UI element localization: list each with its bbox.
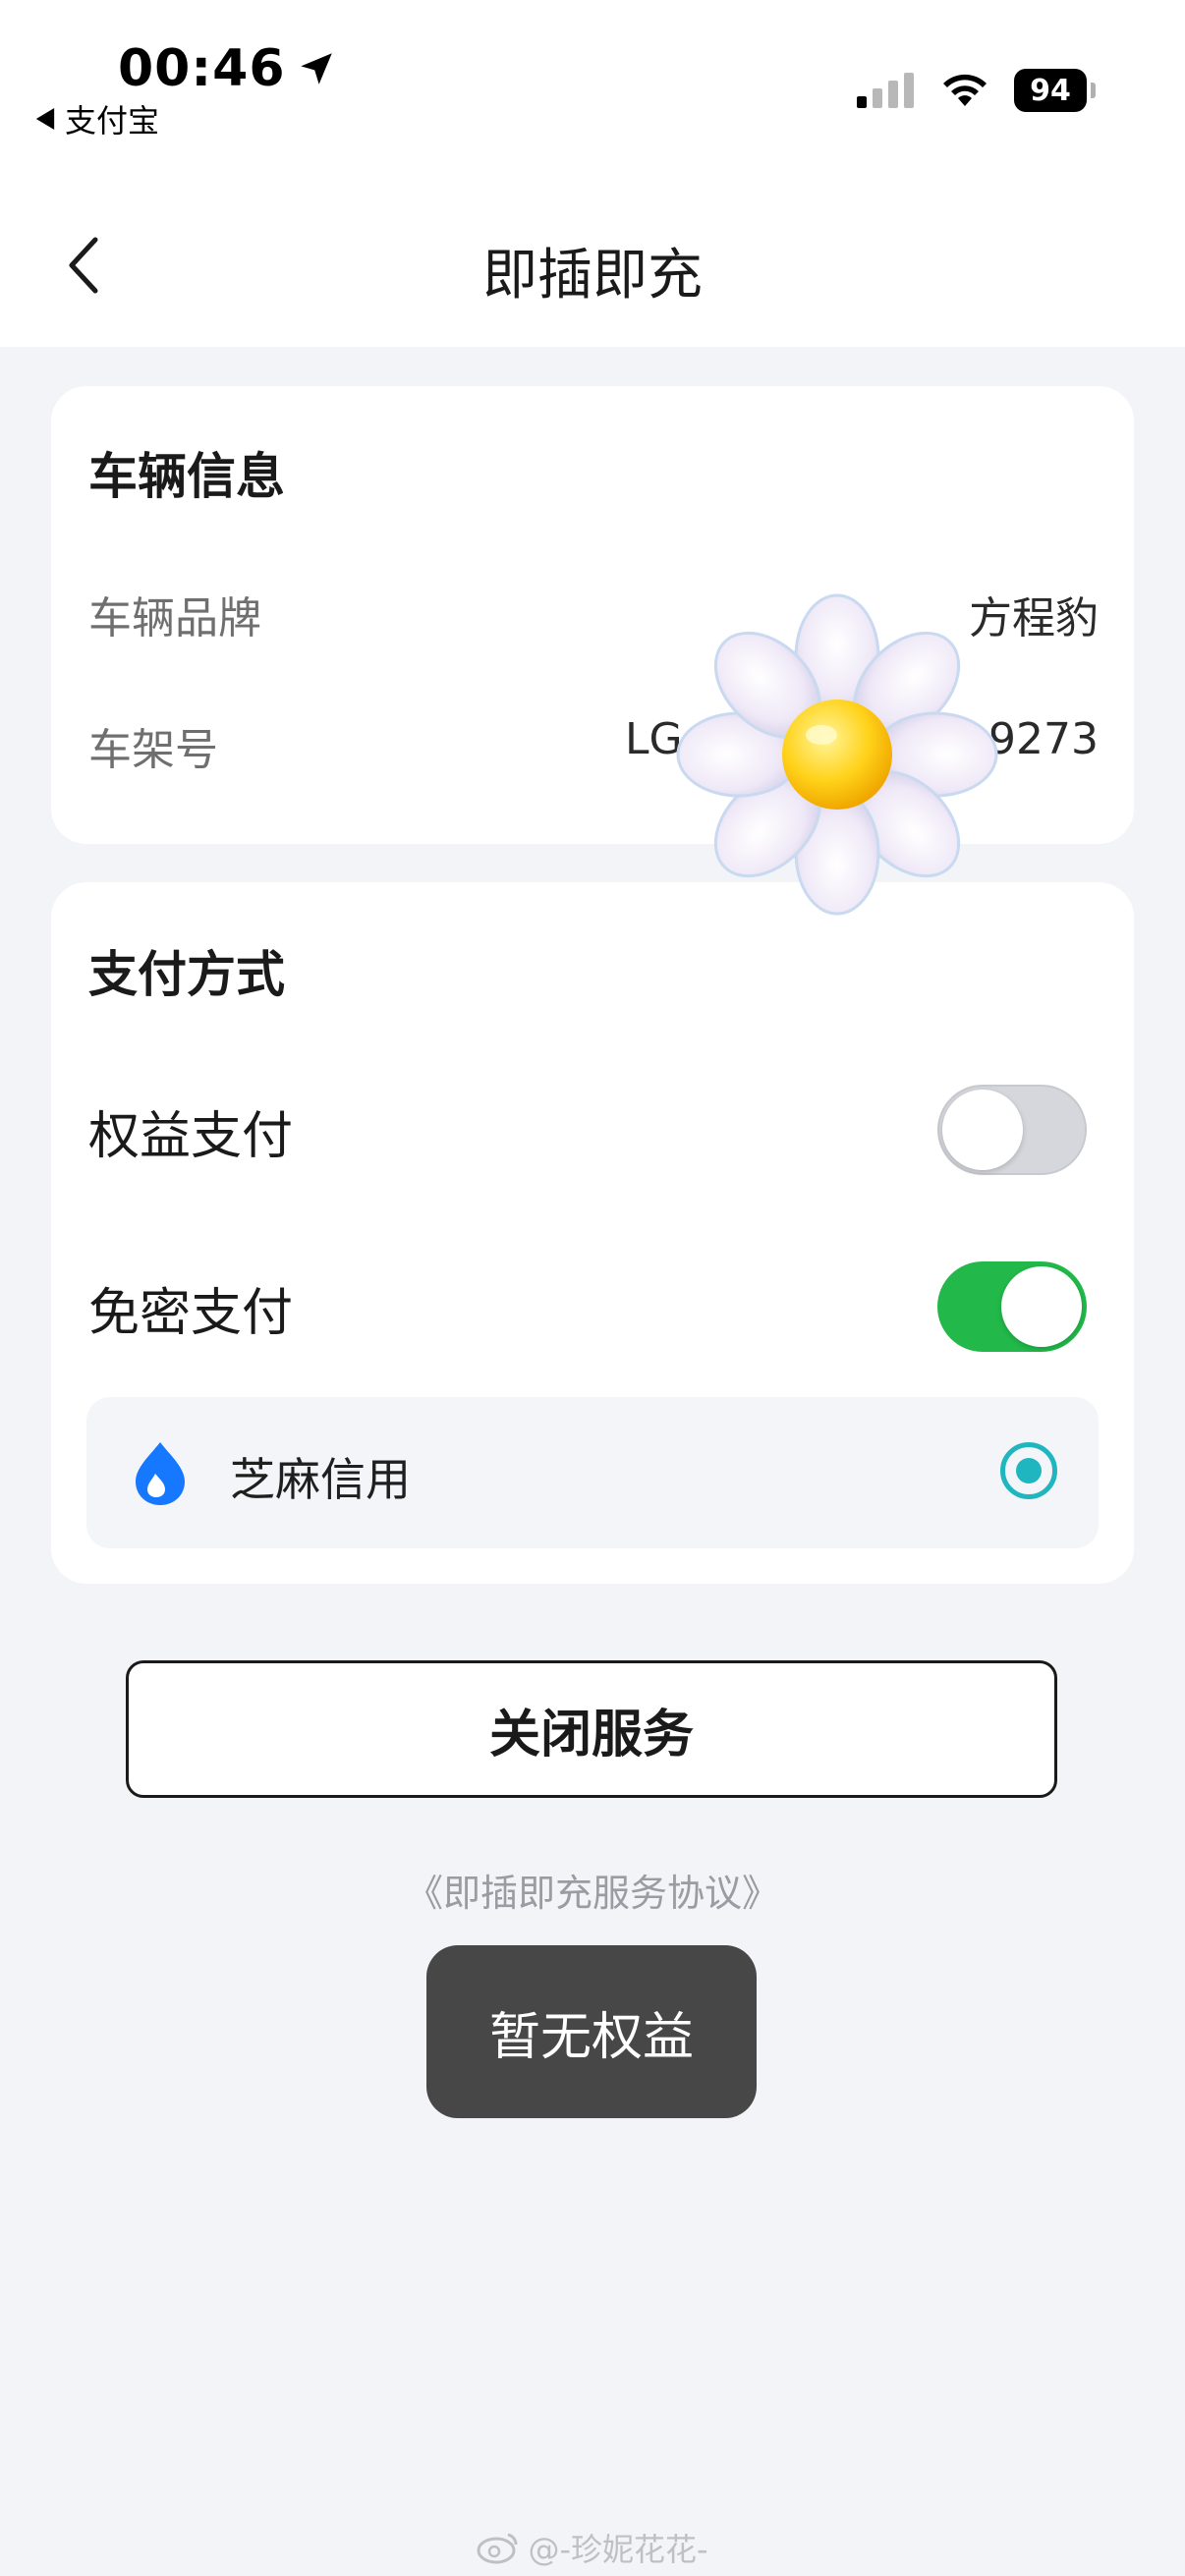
back-triangle-icon [35, 108, 55, 130]
sesame-credit-icon [136, 1442, 185, 1505]
wifi-icon [943, 74, 987, 106]
radio-selected-dot [1016, 1458, 1042, 1484]
watermark: @-珍妮花花- [0, 2525, 1185, 2570]
payment-method-card: 支付方式 权益支付 免密支付 芝麻信用 [51, 882, 1134, 1584]
battery-level: 94 [1030, 73, 1071, 108]
nav-bar: 即插即充 [0, 182, 1185, 347]
cellular-signal-icon [857, 73, 914, 108]
toggle-knob [1001, 1266, 1082, 1347]
password-free-pay-toggle[interactable] [937, 1261, 1087, 1352]
service-agreement-link[interactable]: 《即插即充服务协议》 [0, 1863, 1185, 1917]
daisy-sticker-icon [676, 593, 998, 916]
battery-indicator: 94 [1014, 69, 1096, 112]
sesame-credit-radio[interactable] [1000, 1442, 1057, 1499]
vin-suffix: 9273 [988, 714, 1099, 764]
toast-message: 暂无权益 [426, 1945, 757, 2118]
payment-method-title: 支付方式 [88, 946, 285, 1003]
time-text: 00:46 [118, 39, 286, 98]
sesame-credit-label: 芝麻信用 [230, 1453, 411, 1506]
page-title: 即插即充 [482, 244, 703, 308]
toggle-knob [942, 1090, 1023, 1170]
sesame-credit-option[interactable]: 芝麻信用 [86, 1397, 1099, 1548]
location-arrow-icon [300, 53, 332, 84]
watermark-text: @-珍妮花花- [528, 2531, 708, 2568]
vehicle-info-title: 车辆信息 [88, 448, 285, 505]
benefit-pay-toggle[interactable] [937, 1085, 1087, 1175]
password-free-pay-label: 免密支付 [88, 1284, 294, 1343]
toast-text: 暂无权益 [488, 2007, 694, 2067]
close-service-button[interactable]: 关闭服务 [126, 1660, 1057, 1798]
weibo-logo-icon [477, 2533, 518, 2564]
back-to-app-link[interactable]: 支付宝 [35, 96, 159, 141]
benefit-pay-label: 权益支付 [88, 1107, 294, 1166]
vin-label: 车架号 [88, 725, 218, 775]
status-time: 00:46 [118, 39, 337, 98]
status-bar: 00:46 支付宝 94 [0, 0, 1185, 182]
back-app-label: 支付宝 [65, 102, 160, 140]
brand-label: 车辆品牌 [88, 593, 261, 644]
status-indicators: 94 [857, 69, 1096, 112]
